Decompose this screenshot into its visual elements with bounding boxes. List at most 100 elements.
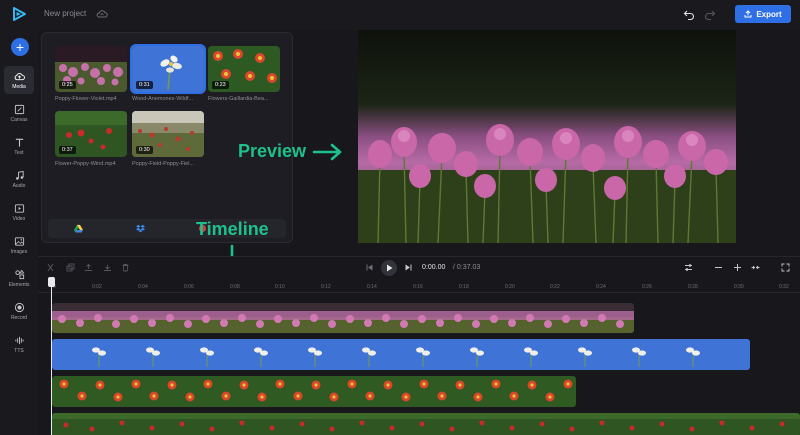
preview-annotation: Preview <box>238 141 344 162</box>
clip-filmstrip-image <box>52 303 634 333</box>
ruler-tick: 0:28 <box>688 284 698 290</box>
timeline-clip-gaillardia[interactable] <box>52 376 576 407</box>
elements-icon <box>14 269 24 279</box>
zoom-in-icon[interactable] <box>733 263 742 272</box>
clipchamp-logo-icon[interactable] <box>11 6 27 22</box>
undo-icon[interactable] <box>683 8 695 20</box>
canvas-icon <box>14 104 24 114</box>
sidebar-item-label: Canvas <box>10 116 28 123</box>
duration-badge: 0:23 <box>212 81 229 89</box>
skip-forward-icon[interactable] <box>404 263 413 272</box>
ruler-tick: 0:26 <box>642 284 652 290</box>
text-icon <box>15 138 23 147</box>
export-button[interactable]: Export <box>735 5 791 23</box>
cloud-upload-icon <box>14 72 25 80</box>
media-thumbnail[interactable]: 0:30 <box>132 111 204 157</box>
ruler-tick: 0:06 <box>184 284 194 290</box>
left-sidebar: + Media Canvas Text Audio Video Images E… <box>0 30 38 435</box>
export-upload-icon <box>744 10 752 18</box>
ruler-tick: 0:14 <box>367 284 377 290</box>
skip-back-icon[interactable] <box>365 263 374 272</box>
sidebar-item-label: Media <box>12 83 26 90</box>
tts-icon <box>14 336 24 344</box>
media-thumbnail[interactable]: 0:37 <box>55 111 127 157</box>
media-filename: Wood-Anemones-Wildf... <box>132 96 194 102</box>
delete-icon[interactable] <box>121 263 130 272</box>
ruler-tick: 0:16 <box>413 284 423 290</box>
preview-annotation-label: Preview <box>238 141 307 161</box>
sidebar-item-elements[interactable]: Elements <box>4 264 34 292</box>
duration-badge: 0:30 <box>136 146 153 154</box>
add-media-button[interactable]: + <box>11 38 29 56</box>
ruler-tick: 0:02 <box>92 284 102 290</box>
playhead-handle[interactable] <box>48 277 55 287</box>
timeline-clip-poppy-wind[interactable] <box>52 413 800 435</box>
playhead-line[interactable] <box>51 277 52 435</box>
play-icon <box>387 264 393 272</box>
ruler-tick: 0:10 <box>275 284 285 290</box>
duration-badge: 0:31 <box>136 81 153 89</box>
music-note-icon <box>15 170 24 180</box>
media-filename: Poppy-Flower-Violet.mp4 <box>55 96 117 102</box>
ruler-tick: 0:20 <box>505 284 515 290</box>
sidebar-item-images[interactable]: Images <box>4 231 34 259</box>
google-drive-icon[interactable] <box>74 224 83 233</box>
media-thumbnail[interactable]: 0:23 <box>208 46 280 92</box>
total-time: / 0:37.03 <box>453 264 481 271</box>
timeline-annotation-label: Timeline <box>196 219 269 239</box>
media-library-panel: 0:25 Poppy-Flower-Violet.mp4 0:31 Wood-A… <box>41 32 293 243</box>
dropbox-icon[interactable] <box>136 224 145 233</box>
sidebar-item-label: Record <box>10 314 28 321</box>
clip-filmstrip-image <box>52 339 750 370</box>
sidebar-item-label: Video <box>12 215 26 222</box>
cloud-sync-icon <box>96 10 108 18</box>
media-thumbnail[interactable]: 0:31 <box>132 46 204 92</box>
upload-icon[interactable] <box>84 263 93 272</box>
export-label: Export <box>756 9 782 19</box>
duplicate-icon[interactable] <box>66 263 75 272</box>
split-icon[interactable] <box>46 263 55 272</box>
sidebar-item-video[interactable]: Video <box>4 198 34 226</box>
fit-timeline-icon[interactable] <box>751 263 760 272</box>
ruler-tick: 0:32 <box>779 284 789 290</box>
sidebar-item-record[interactable]: Record <box>4 297 34 325</box>
top-bar: New project Export <box>0 0 800 30</box>
media-thumbnail[interactable]: 0:25 <box>55 46 127 92</box>
timeline-annotation: Timeline <box>196 219 269 240</box>
sidebar-item-audio[interactable]: Audio <box>4 165 34 193</box>
sidebar-item-label: Audio <box>12 182 26 189</box>
sidebar-item-media[interactable]: Media <box>4 66 34 94</box>
sidebar-item-canvas[interactable]: Canvas <box>4 99 34 127</box>
play-button[interactable] <box>381 260 397 276</box>
arrow-right-icon <box>312 143 342 160</box>
ruler-tick: 0:18 <box>459 284 469 290</box>
project-title[interactable]: New project <box>44 9 86 18</box>
sidebar-item-tts[interactable]: TTS <box>4 330 34 358</box>
zoom-out-icon[interactable] <box>714 263 723 272</box>
current-time: 0:00.00 <box>422 264 446 271</box>
video-preview-player[interactable] <box>358 30 736 243</box>
sidebar-item-label: Images <box>10 248 28 255</box>
clip-filmstrip-image <box>52 376 576 407</box>
ruler-tick: 0:30 <box>734 284 744 290</box>
record-icon <box>14 302 24 312</box>
snap-settings-icon[interactable] <box>684 263 693 272</box>
timeline-clip-wood-anemones[interactable] <box>52 339 750 370</box>
sidebar-item-label: Elements <box>8 281 30 288</box>
media-filename: Flower-Poppy-Wind.mp4 <box>55 161 116 167</box>
ruler-tick: 0:22 <box>550 284 560 290</box>
ruler-tick: 0:08 <box>230 284 240 290</box>
download-icon[interactable] <box>103 263 112 272</box>
expand-icon[interactable] <box>781 263 790 272</box>
image-icon <box>14 236 24 246</box>
time-ruler[interactable]: 0 0:02 0:04 0:06 0:08 0:10 0:12 0:14 0:1… <box>38 279 800 293</box>
media-filename: Flowers-Gaillardia-Bea... <box>208 96 269 102</box>
timeline-clip-poppy-violet[interactable] <box>52 303 634 333</box>
sidebar-item-label: Text <box>14 149 24 156</box>
duration-badge: 0:25 <box>59 81 76 89</box>
ruler-tick: 0:24 <box>596 284 606 290</box>
redo-icon[interactable] <box>704 8 716 20</box>
duration-badge: 0:37 <box>59 146 76 154</box>
ruler-tick: 0:12 <box>321 284 331 290</box>
sidebar-item-text[interactable]: Text <box>4 132 34 160</box>
